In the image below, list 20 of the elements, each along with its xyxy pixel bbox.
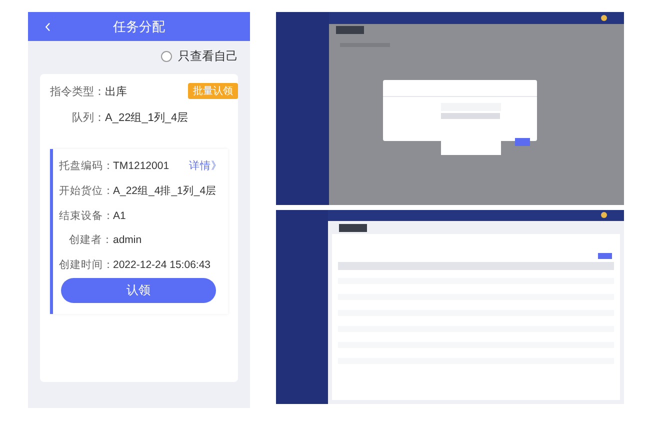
field-value: 出库 <box>105 84 127 100</box>
back-icon[interactable] <box>45 22 51 32</box>
field-label: 队列： <box>71 110 105 126</box>
field-value: admin <box>113 233 142 248</box>
field-label: 创建时间： <box>59 258 113 273</box>
radio-button[interactable] <box>161 50 172 62</box>
page-title: 任务分配 <box>113 18 165 36</box>
detail-link[interactable]: 详情》 <box>189 159 222 175</box>
field-value: A1 <box>113 208 126 224</box>
field-value: TM1212001 <box>113 159 170 174</box>
filter-label: 只查看自己 <box>178 48 238 65</box>
field-value: A_22组_4排_1列_4层 <box>113 184 217 199</box>
field-label: 开始货位： <box>59 184 113 199</box>
field-value: 2022-12-24 15:06:43 <box>113 258 210 273</box>
claim-button[interactable]: 认领 <box>61 278 216 303</box>
field-label: 托盘编码： <box>59 159 113 174</box>
field-value: A_22组_1列_4层 <box>105 110 188 126</box>
field-label: 创建者： <box>68 233 113 248</box>
field-label: 结束设备： <box>59 208 113 224</box>
field-label: 指令类型： <box>50 85 105 100</box>
